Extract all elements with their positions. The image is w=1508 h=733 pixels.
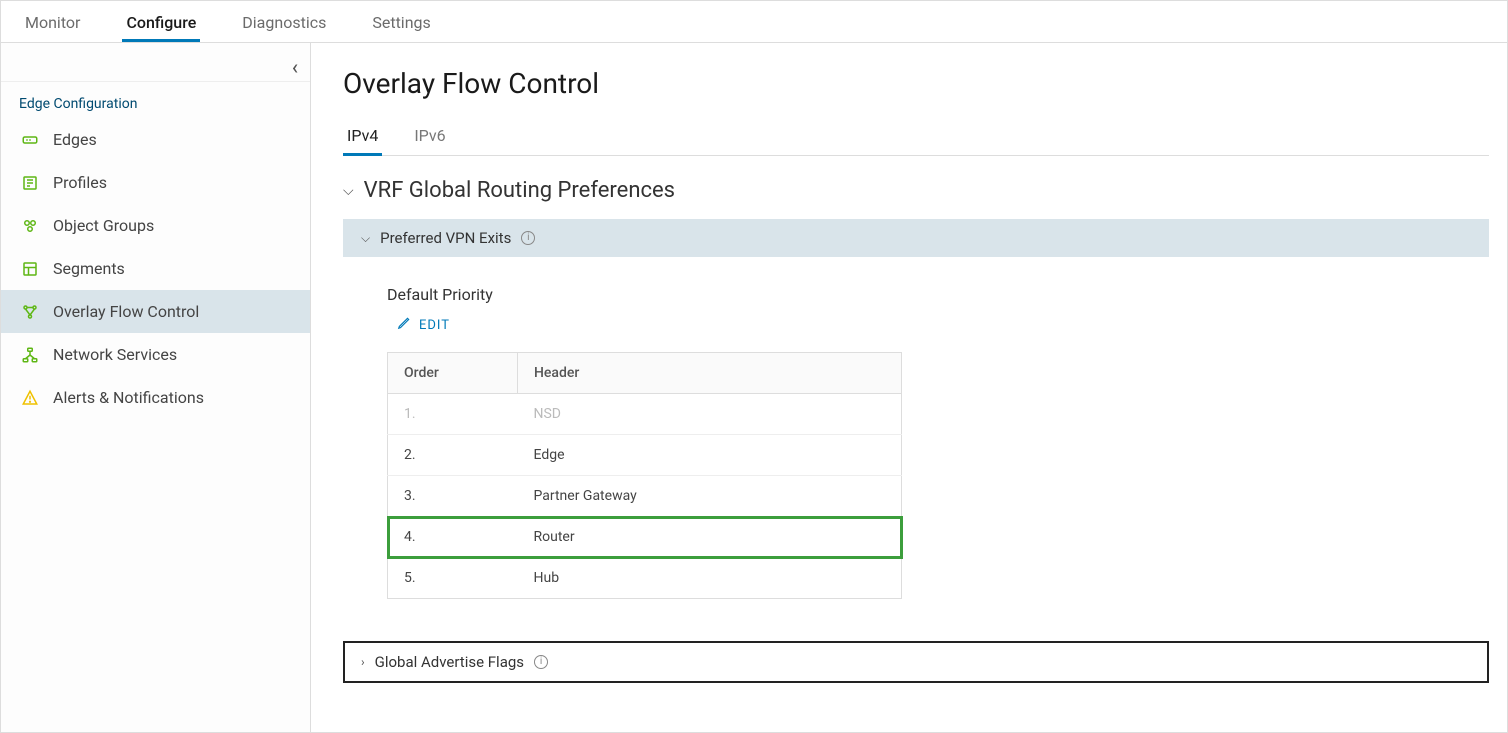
table-row[interactable]: 5.Hub	[388, 558, 902, 599]
section-title-text: VRF Global Routing Preferences	[364, 178, 675, 203]
network-services-icon	[21, 346, 39, 364]
cell-order: 5.	[388, 558, 518, 599]
default-priority-title: Default Priority	[387, 285, 1445, 304]
col-header: Header	[518, 353, 902, 394]
section-vrf-header[interactable]: ⌵ VRF Global Routing Preferences	[343, 178, 1489, 203]
cell-order: 2.	[388, 435, 518, 476]
cell-header: Partner Gateway	[518, 476, 902, 517]
tab-diagnostics[interactable]: Diagnostics	[238, 13, 330, 42]
tab-monitor[interactable]: Monitor	[21, 13, 84, 42]
info-icon[interactable]: i	[521, 231, 535, 245]
table-row[interactable]: 3.Partner Gateway	[388, 476, 902, 517]
sidebar-item-label: Segments	[53, 259, 125, 278]
cell-order: 1.	[388, 394, 518, 435]
edges-icon	[21, 131, 39, 149]
chevron-right-icon: ›	[361, 655, 365, 669]
sidebar-item-segments[interactable]: Segments	[1, 247, 310, 290]
sidebar-section-title: Edge Configuration	[1, 82, 310, 118]
cell-order: 3.	[388, 476, 518, 517]
sidebar-item-edges[interactable]: Edges	[1, 118, 310, 161]
cell-header: Router	[518, 517, 902, 558]
object-groups-icon	[21, 217, 39, 235]
priority-table: Order Header 1.NSD2.Edge3.Partner Gatewa…	[387, 352, 902, 599]
alerts-icon	[21, 389, 39, 407]
pencil-icon	[397, 316, 411, 334]
top-tabs: Monitor Configure Diagnostics Settings	[1, 1, 1507, 43]
profiles-icon	[21, 174, 39, 192]
edit-label: EDIT	[419, 318, 450, 333]
info-icon[interactable]: i	[534, 655, 548, 669]
edit-button[interactable]: EDIT	[397, 316, 450, 334]
sidebar-item-label: Object Groups	[53, 216, 154, 235]
subtab-ipv4[interactable]: IPv4	[343, 118, 382, 156]
sidebar-item-overlay-flow-control[interactable]: Overlay Flow Control	[1, 290, 310, 333]
panel-title: Preferred VPN Exits	[380, 229, 511, 247]
tab-settings[interactable]: Settings	[368, 13, 434, 42]
sidebar-item-network-services[interactable]: Network Services	[1, 333, 310, 376]
sidebar-item-object-groups[interactable]: Object Groups	[1, 204, 310, 247]
col-order: Order	[388, 353, 518, 394]
table-row[interactable]: 4.Router	[388, 517, 902, 558]
sidebar-item-label: Alerts & Notifications	[53, 388, 204, 407]
panel-global-advertise-flags[interactable]: › Global Advertise Flags i	[343, 641, 1489, 683]
table-row[interactable]: 1.NSD	[388, 394, 902, 435]
table-row[interactable]: 2.Edge	[388, 435, 902, 476]
cell-header: NSD	[518, 394, 902, 435]
main-content: Overlay Flow Control IPv4 IPv6 ⌵ VRF Glo…	[311, 43, 1507, 732]
cell-header: Edge	[518, 435, 902, 476]
sidebar-item-label: Network Services	[53, 345, 177, 364]
sidebar-item-profiles[interactable]: Profiles	[1, 161, 310, 204]
page-title: Overlay Flow Control	[343, 67, 1489, 100]
segments-icon	[21, 260, 39, 278]
sidebar-item-label: Overlay Flow Control	[53, 302, 199, 321]
subtabs: IPv4 IPv6	[343, 118, 1489, 156]
chevron-down-icon: ⌵	[343, 183, 354, 199]
cell-header: Hub	[518, 558, 902, 599]
panel-title: Global Advertise Flags	[375, 653, 524, 671]
panel-preferred-vpn-exits[interactable]: ⌵ Preferred VPN Exits i	[343, 219, 1489, 257]
sidebar-item-alerts[interactable]: Alerts & Notifications	[1, 376, 310, 419]
overlay-flow-icon	[21, 303, 39, 321]
sidebar-item-label: Edges	[53, 130, 97, 149]
cell-order: 4.	[388, 517, 518, 558]
tab-configure[interactable]: Configure	[122, 13, 200, 42]
sidebar: ‹‹ Edge Configuration Edges Profiles O	[1, 43, 311, 732]
subtab-ipv6[interactable]: IPv6	[410, 118, 449, 155]
chevron-down-icon: ⌵	[361, 231, 370, 246]
sidebar-item-label: Profiles	[53, 173, 107, 192]
